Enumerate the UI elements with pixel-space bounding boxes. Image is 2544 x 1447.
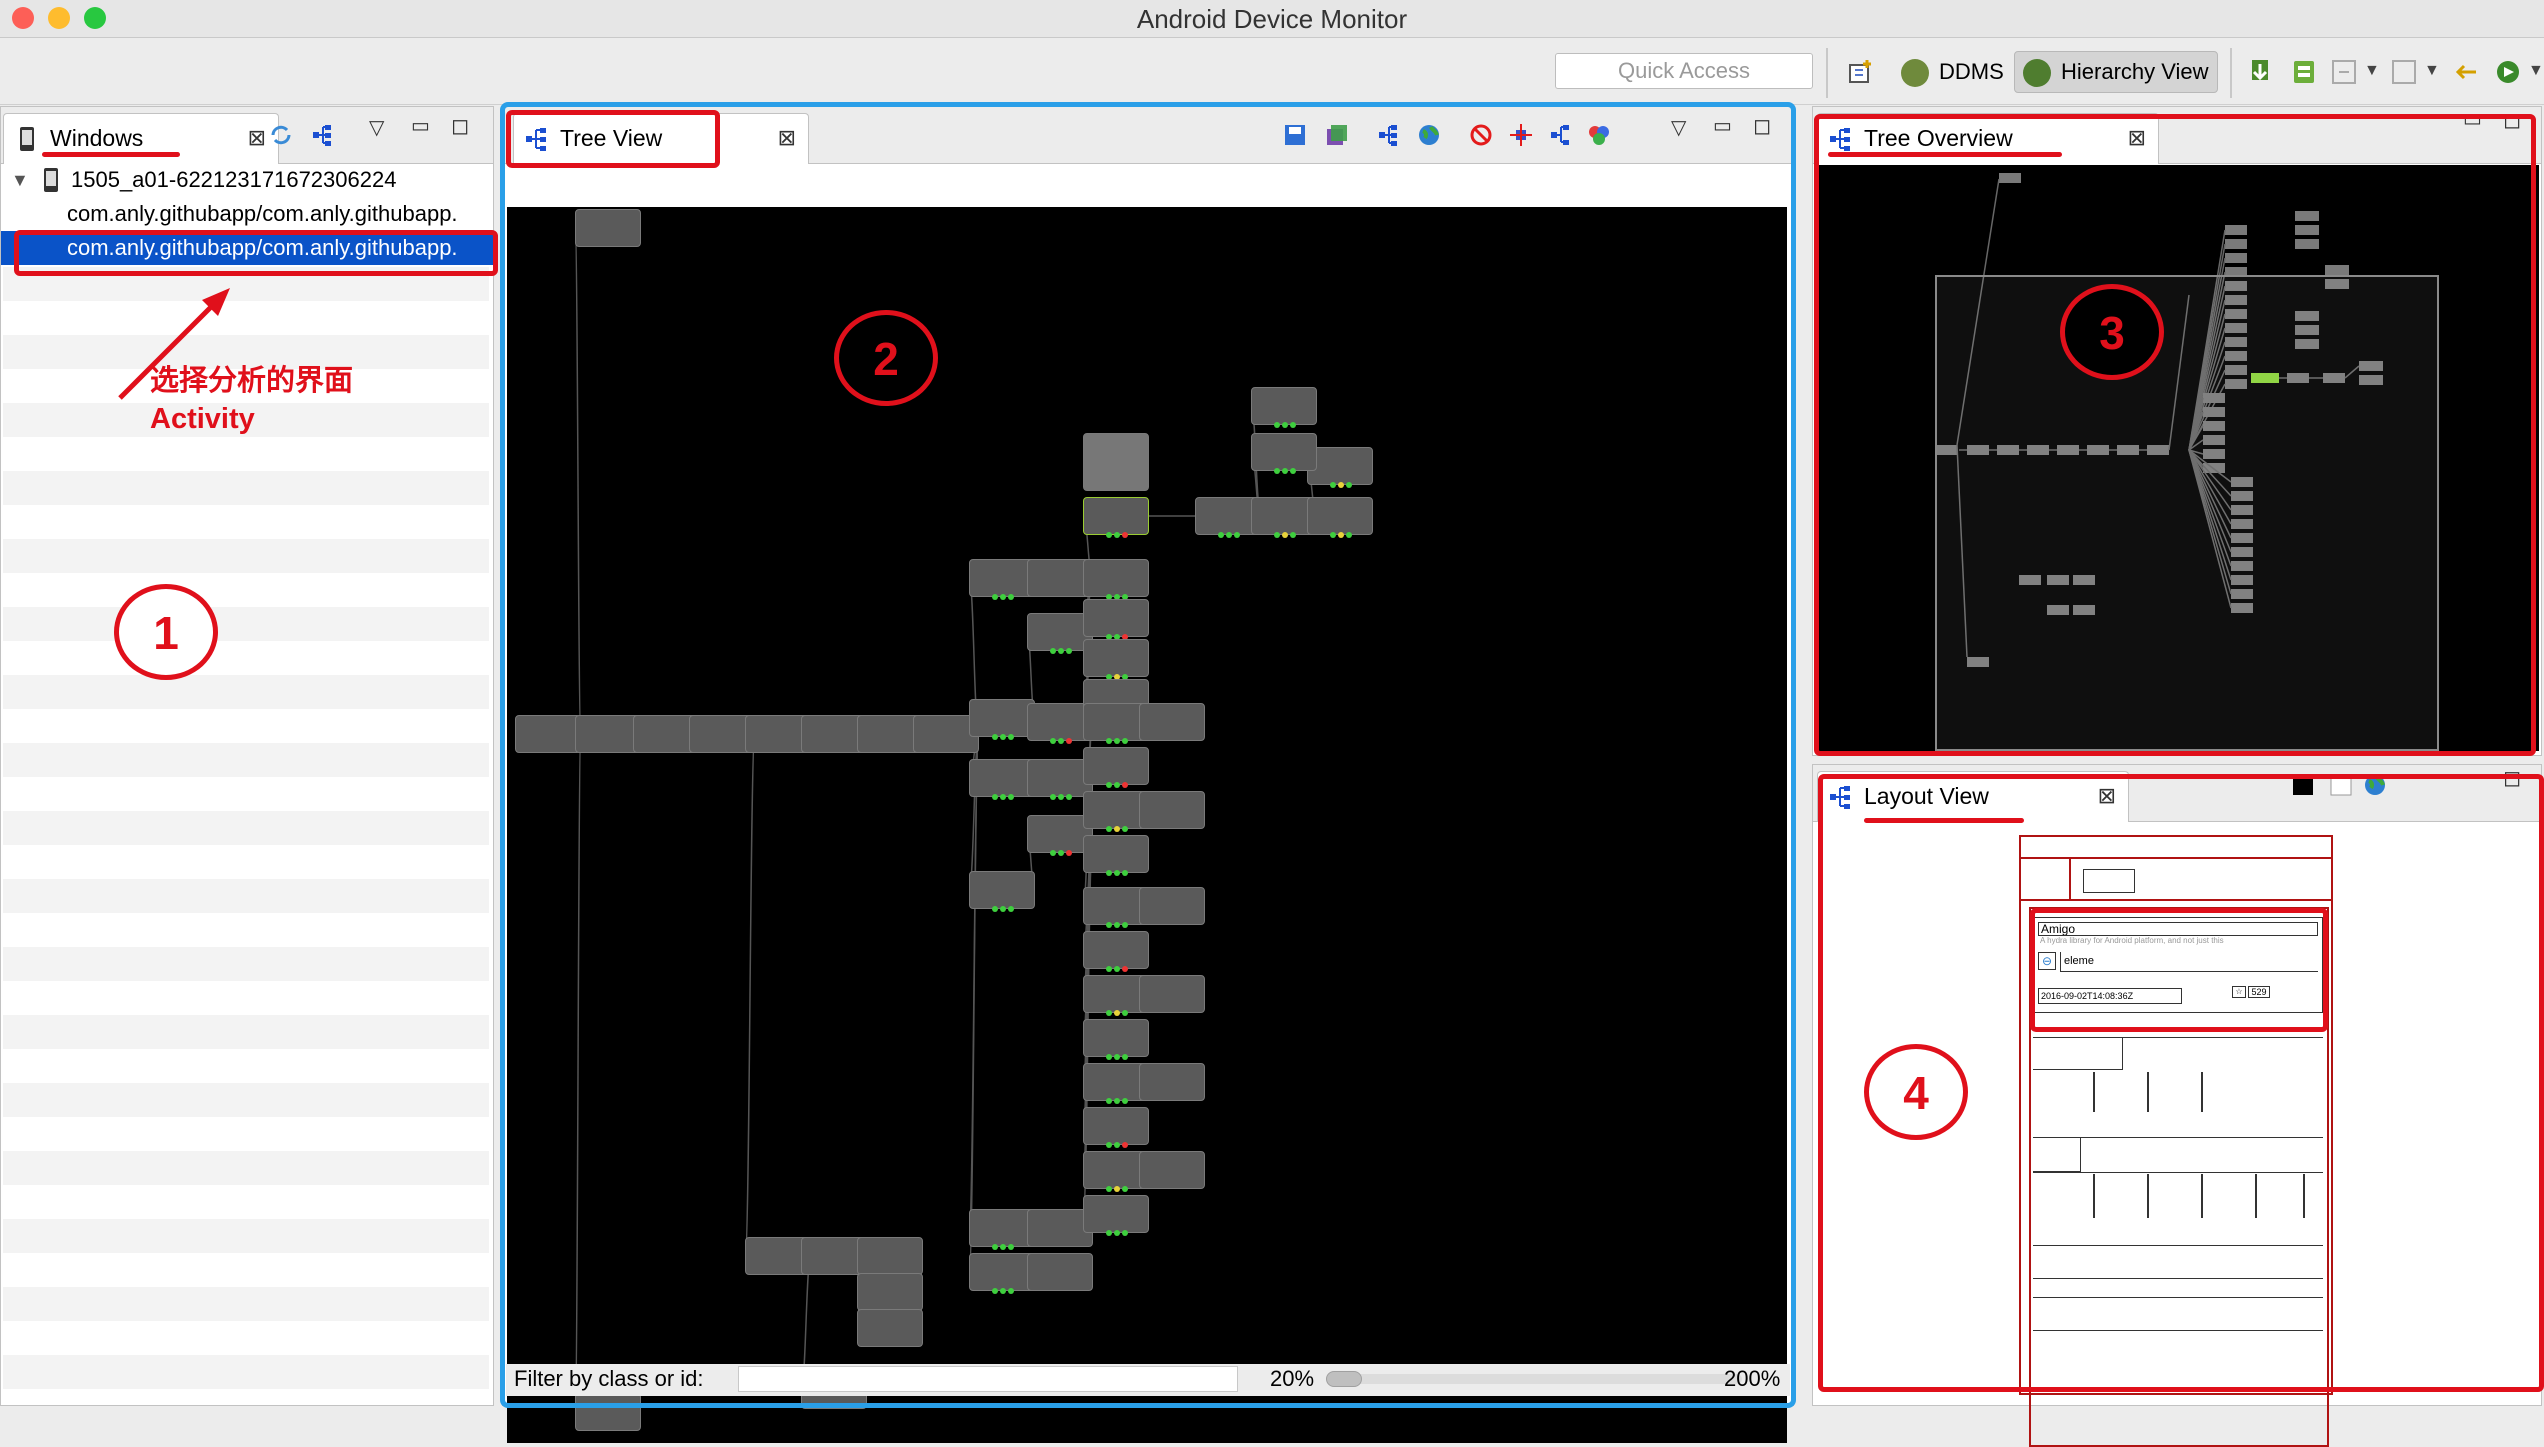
annotation-underline <box>1828 152 2062 157</box>
annotation-circle-3: 3 <box>2060 284 2164 380</box>
list-stripe <box>3 1083 489 1117</box>
phone-icon <box>20 127 34 151</box>
minimize-view-icon[interactable]: ▭ <box>411 113 430 138</box>
annotation-underline <box>42 152 180 157</box>
perspective-ddms[interactable]: DDMS <box>1892 51 2013 93</box>
hierarchy-view-icon <box>2023 59 2051 87</box>
annotation-circle-1: 1 <box>114 584 218 680</box>
perspective-hierarchy-view[interactable]: Hierarchy View <box>2014 51 2218 93</box>
annotation-box-tree-view-tab <box>506 110 720 168</box>
back-arrow-icon[interactable] <box>2454 58 2482 86</box>
annotation-note-en: Activity <box>150 403 255 435</box>
annotation-box-selected-window <box>14 230 498 276</box>
list-stripe <box>3 471 489 505</box>
list-stripe <box>3 1355 489 1389</box>
close-tab-icon[interactable]: ⊠ <box>248 114 266 162</box>
tree-view-focus-border <box>500 102 1796 1408</box>
list-stripe <box>3 743 489 777</box>
device-name: 1505_a01-622123171672306224 <box>71 167 397 192</box>
expand-arrow-icon[interactable]: ▼ <box>11 163 29 197</box>
list-stripe <box>3 675 489 709</box>
window-title: Android Device Monitor <box>1136 4 1408 34</box>
list-stripe <box>3 879 489 913</box>
list-stripe <box>3 947 489 981</box>
dropdown-arrow-icon[interactable]: ▼ <box>2424 62 2440 80</box>
perspective-hierarchy-label: Hierarchy View <box>2061 59 2209 84</box>
perspective-ddms-label: DDMS <box>1939 59 2004 84</box>
list-stripe <box>3 1219 489 1253</box>
refresh-icon[interactable] <box>2390 58 2418 86</box>
annotation-box-repo-item <box>2030 908 2328 1032</box>
annotation-circle-2: 2 <box>834 310 938 406</box>
window-list-item[interactable]: com.anly.githubapp/com.anly.githubapp. <box>1 197 493 231</box>
list-stripe <box>3 1015 489 1049</box>
load-data-icon[interactable] <box>2330 58 2358 86</box>
phone-icon <box>44 168 58 192</box>
annotation-circle-4: 4 <box>1864 1044 1968 1140</box>
load-hierarchy-icon[interactable] <box>311 123 335 147</box>
annotation-box-tree-overview <box>1814 114 2536 756</box>
device-row[interactable]: ▼ 1505_a01-622123171672306224 <box>1 163 493 197</box>
toolbar-separator <box>1826 48 1828 98</box>
refresh-windows-icon[interactable] <box>269 123 293 147</box>
open-perspective-icon[interactable] <box>1847 58 1875 86</box>
annotation-note: 选择分析的界面 Activity <box>150 362 353 438</box>
dropdown-arrow-icon[interactable]: ▼ <box>2528 62 2544 80</box>
toolbar-separator <box>2230 48 2232 98</box>
view-menu-icon[interactable]: ▽ <box>369 115 384 140</box>
list-stripe <box>3 1151 489 1185</box>
annotation-underline <box>1864 818 2024 823</box>
list-stripe <box>3 811 489 845</box>
quick-access-input[interactable]: Quick Access <box>1555 53 1813 89</box>
list-stripe <box>3 1287 489 1321</box>
window-item-label: com.anly.githubapp/com.anly.githubapp. <box>67 201 458 226</box>
annotation-note-cn: 选择分析的界面 <box>150 365 354 397</box>
maximize-view-icon[interactable]: ◻ <box>451 113 469 139</box>
capture-layers-icon[interactable] <box>2290 58 2318 86</box>
list-stripe <box>3 607 489 641</box>
ddms-icon <box>1901 59 1929 87</box>
dropdown-arrow-icon[interactable]: ▼ <box>2364 62 2380 80</box>
debug-icon[interactable] <box>2494 58 2522 86</box>
save-as-png-icon[interactable] <box>2246 58 2274 86</box>
tab-windows-label: Windows <box>50 125 144 151</box>
list-stripe <box>3 539 489 573</box>
